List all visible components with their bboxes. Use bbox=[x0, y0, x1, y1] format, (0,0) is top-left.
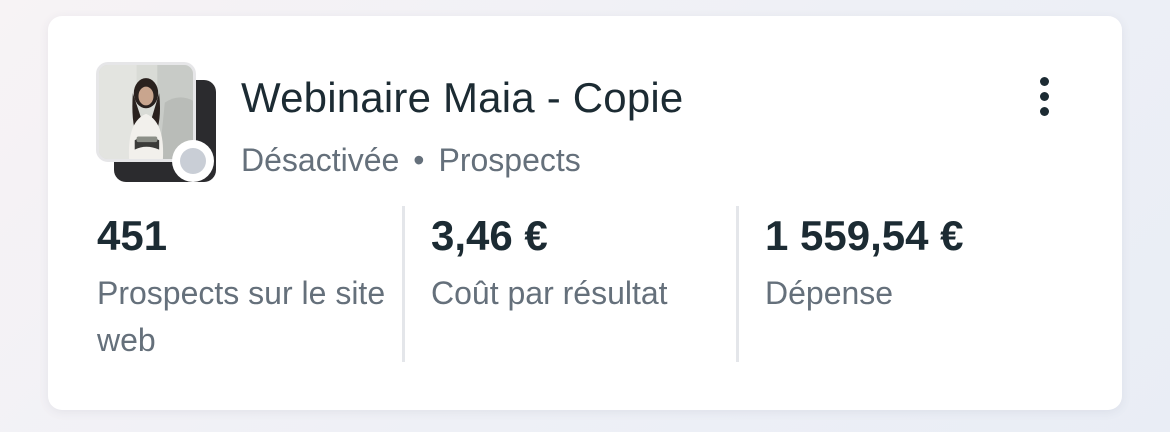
metric-value: 1 559,54 € bbox=[765, 212, 964, 259]
status-indicator-icon bbox=[172, 140, 214, 182]
more-options-button[interactable] bbox=[1024, 68, 1064, 124]
metric-divider bbox=[402, 206, 405, 362]
metric-cost-per-result: 3,46 € Coût par résultat bbox=[431, 212, 731, 317]
metric-value: 451 bbox=[97, 212, 168, 259]
campaign-status: Désactivée bbox=[241, 142, 400, 178]
metric-label: Coût par résultat bbox=[431, 275, 668, 311]
campaign-objective: Prospects bbox=[438, 142, 581, 178]
more-vertical-icon-dot bbox=[1039, 91, 1049, 101]
metric-spend: 1 559,54 € Dépense bbox=[765, 212, 1065, 317]
metric-value: 3,46 € bbox=[431, 212, 548, 259]
more-vertical-icon bbox=[1039, 76, 1049, 86]
campaign-meta: Désactivée • Prospects bbox=[241, 142, 581, 179]
campaign-title[interactable]: Webinaire Maia - Copie bbox=[241, 74, 684, 122]
metric-label: Dépense bbox=[765, 275, 894, 311]
meta-separator: • bbox=[413, 142, 425, 178]
campaign-card[interactable]: Webinaire Maia - Copie Désactivée • Prospe… bbox=[48, 16, 1122, 410]
more-vertical-icon-dot bbox=[1039, 106, 1049, 116]
metric-leads: 451 Prospects sur le site web bbox=[97, 212, 387, 364]
metric-divider bbox=[736, 206, 739, 362]
ad-thumbnail[interactable] bbox=[96, 62, 220, 186]
metric-label: Prospects sur le site web bbox=[97, 275, 386, 358]
